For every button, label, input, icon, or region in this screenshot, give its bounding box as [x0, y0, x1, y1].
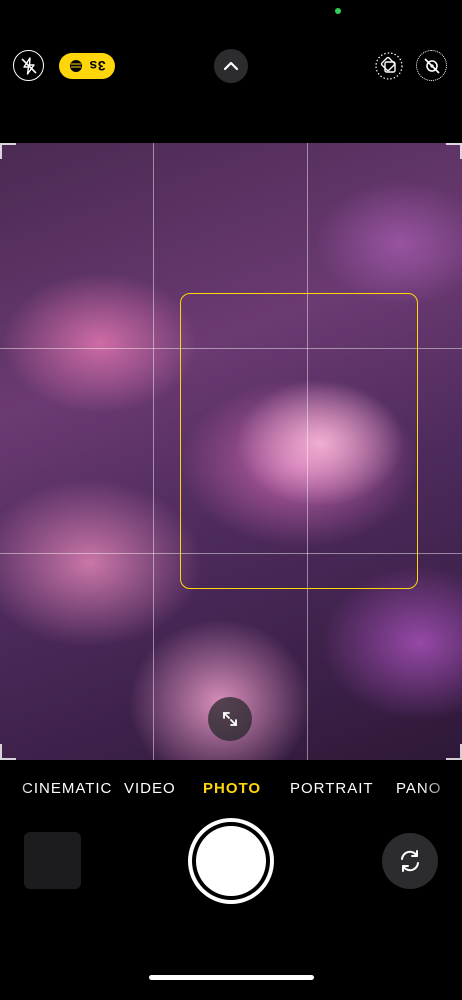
switch-camera-icon [401, 850, 419, 872]
grid-line [153, 143, 154, 760]
live-photo-icon [375, 52, 403, 80]
orientation-lock-icon [423, 57, 440, 74]
frame-corner [446, 143, 462, 159]
mode-fade [422, 774, 462, 804]
frame-corner [0, 744, 16, 760]
expand-icon [223, 712, 237, 726]
home-indicator[interactable] [149, 975, 314, 980]
camera-active-indicator [335, 8, 341, 14]
mode-cinematic[interactable]: CINEMATIC [22, 780, 112, 797]
chevron-up-icon [223, 61, 239, 71]
last-photo-thumbnail[interactable] [24, 832, 81, 889]
live-photo-button[interactable] [373, 50, 405, 82]
show-controls-button[interactable] [214, 49, 248, 83]
mode-fade [0, 774, 30, 804]
mode-photo[interactable]: PHOTO [203, 780, 261, 797]
timer-button[interactable]: 3s [59, 53, 115, 79]
shutter-inner [196, 826, 266, 896]
switch-camera-button[interactable] [382, 833, 438, 889]
mode-selector: CINEMATIC VIDEO PHOTO PORTRAIT PANO [0, 774, 462, 804]
top-controls: 3s [0, 44, 462, 88]
mode-portrait[interactable]: PORTRAIT [290, 780, 374, 797]
camera-viewfinder[interactable] [0, 143, 462, 760]
timer-value: 3s [88, 58, 106, 74]
timer-icon [69, 60, 82, 72]
shutter-button[interactable] [188, 818, 274, 904]
frame-corner [0, 143, 16, 159]
expand-view-button[interactable] [208, 697, 252, 741]
mode-video[interactable]: VIDEO [124, 780, 176, 797]
flash-button[interactable] [13, 50, 44, 81]
flash-off-icon [20, 56, 37, 75]
face-detection-box [180, 293, 418, 589]
orientation-lock-button[interactable] [416, 50, 447, 81]
frame-corner [446, 744, 462, 760]
